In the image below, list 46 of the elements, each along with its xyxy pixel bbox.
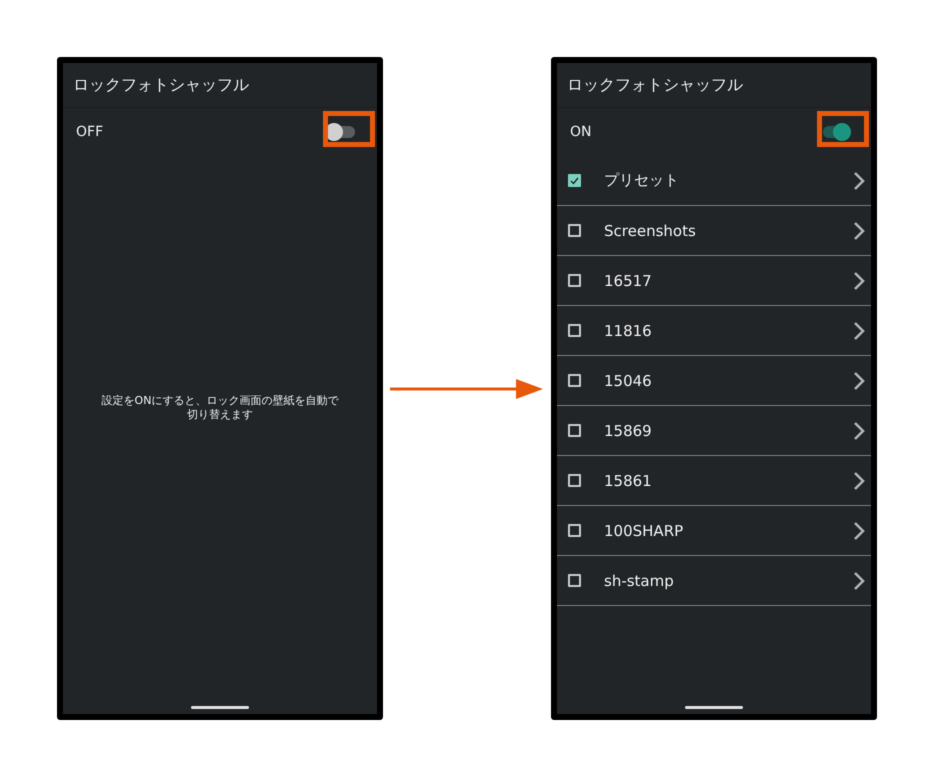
- folder-row[interactable]: 15046: [557, 356, 871, 406]
- screen-title: ロックフォトシャッフル: [73, 74, 249, 96]
- folder-name: sh-stamp: [604, 572, 675, 590]
- checkbox[interactable]: [568, 274, 581, 287]
- checkbox[interactable]: [568, 224, 581, 237]
- home-indicator: [191, 706, 249, 708]
- chevron-icon: [853, 320, 865, 340]
- folder-row[interactable]: 15869: [557, 406, 871, 456]
- chevron-icon: [853, 270, 865, 290]
- switch-label: ON: [570, 124, 592, 140]
- chevron-icon: [853, 570, 865, 590]
- folder-name: 100SHARP: [604, 522, 684, 540]
- toggle-switch[interactable]: [823, 126, 849, 138]
- folder-name: 16517: [604, 272, 653, 290]
- toggle-switch[interactable]: [329, 126, 355, 138]
- screen-title: ロックフォトシャッフル: [567, 74, 743, 96]
- folder-name: 15869: [604, 422, 653, 440]
- home-indicator: [685, 706, 743, 708]
- switch-label: OFF: [76, 124, 104, 140]
- folder-row[interactable]: 11816: [557, 306, 871, 356]
- checkbox[interactable]: [568, 374, 581, 387]
- folder-name: プリセット: [604, 171, 680, 190]
- folder-name: 15046: [604, 372, 653, 390]
- arrow-icon: [390, 376, 544, 400]
- chevron-icon: [853, 420, 865, 440]
- chevron-icon: [853, 470, 865, 490]
- checkbox[interactable]: [568, 474, 581, 487]
- folder-row[interactable]: プリセット: [557, 156, 871, 206]
- hint-text: 設定をONにすると、ロック画面の壁紙を自動で切り替えます: [101, 394, 339, 422]
- folder-row[interactable]: 100SHARP: [557, 506, 871, 556]
- folder-row[interactable]: 16517: [557, 256, 871, 306]
- folder-name: Screenshots: [604, 222, 697, 240]
- chevron-icon: [853, 370, 865, 390]
- checkbox[interactable]: [568, 324, 581, 337]
- chevron-icon: [853, 220, 865, 240]
- chevron-icon: [853, 170, 865, 190]
- folder-row[interactable]: Screenshots: [557, 206, 871, 256]
- folder-name: 11816: [604, 322, 653, 340]
- checkbox[interactable]: [568, 524, 581, 537]
- folder-row[interactable]: sh-stamp: [557, 556, 871, 606]
- chevron-icon: [853, 520, 865, 540]
- checkbox[interactable]: [568, 574, 581, 587]
- checkbox[interactable]: [568, 424, 581, 437]
- checkbox[interactable]: [568, 174, 581, 187]
- folder-row[interactable]: 15861: [557, 456, 871, 506]
- folder-name: 15861: [604, 472, 653, 490]
